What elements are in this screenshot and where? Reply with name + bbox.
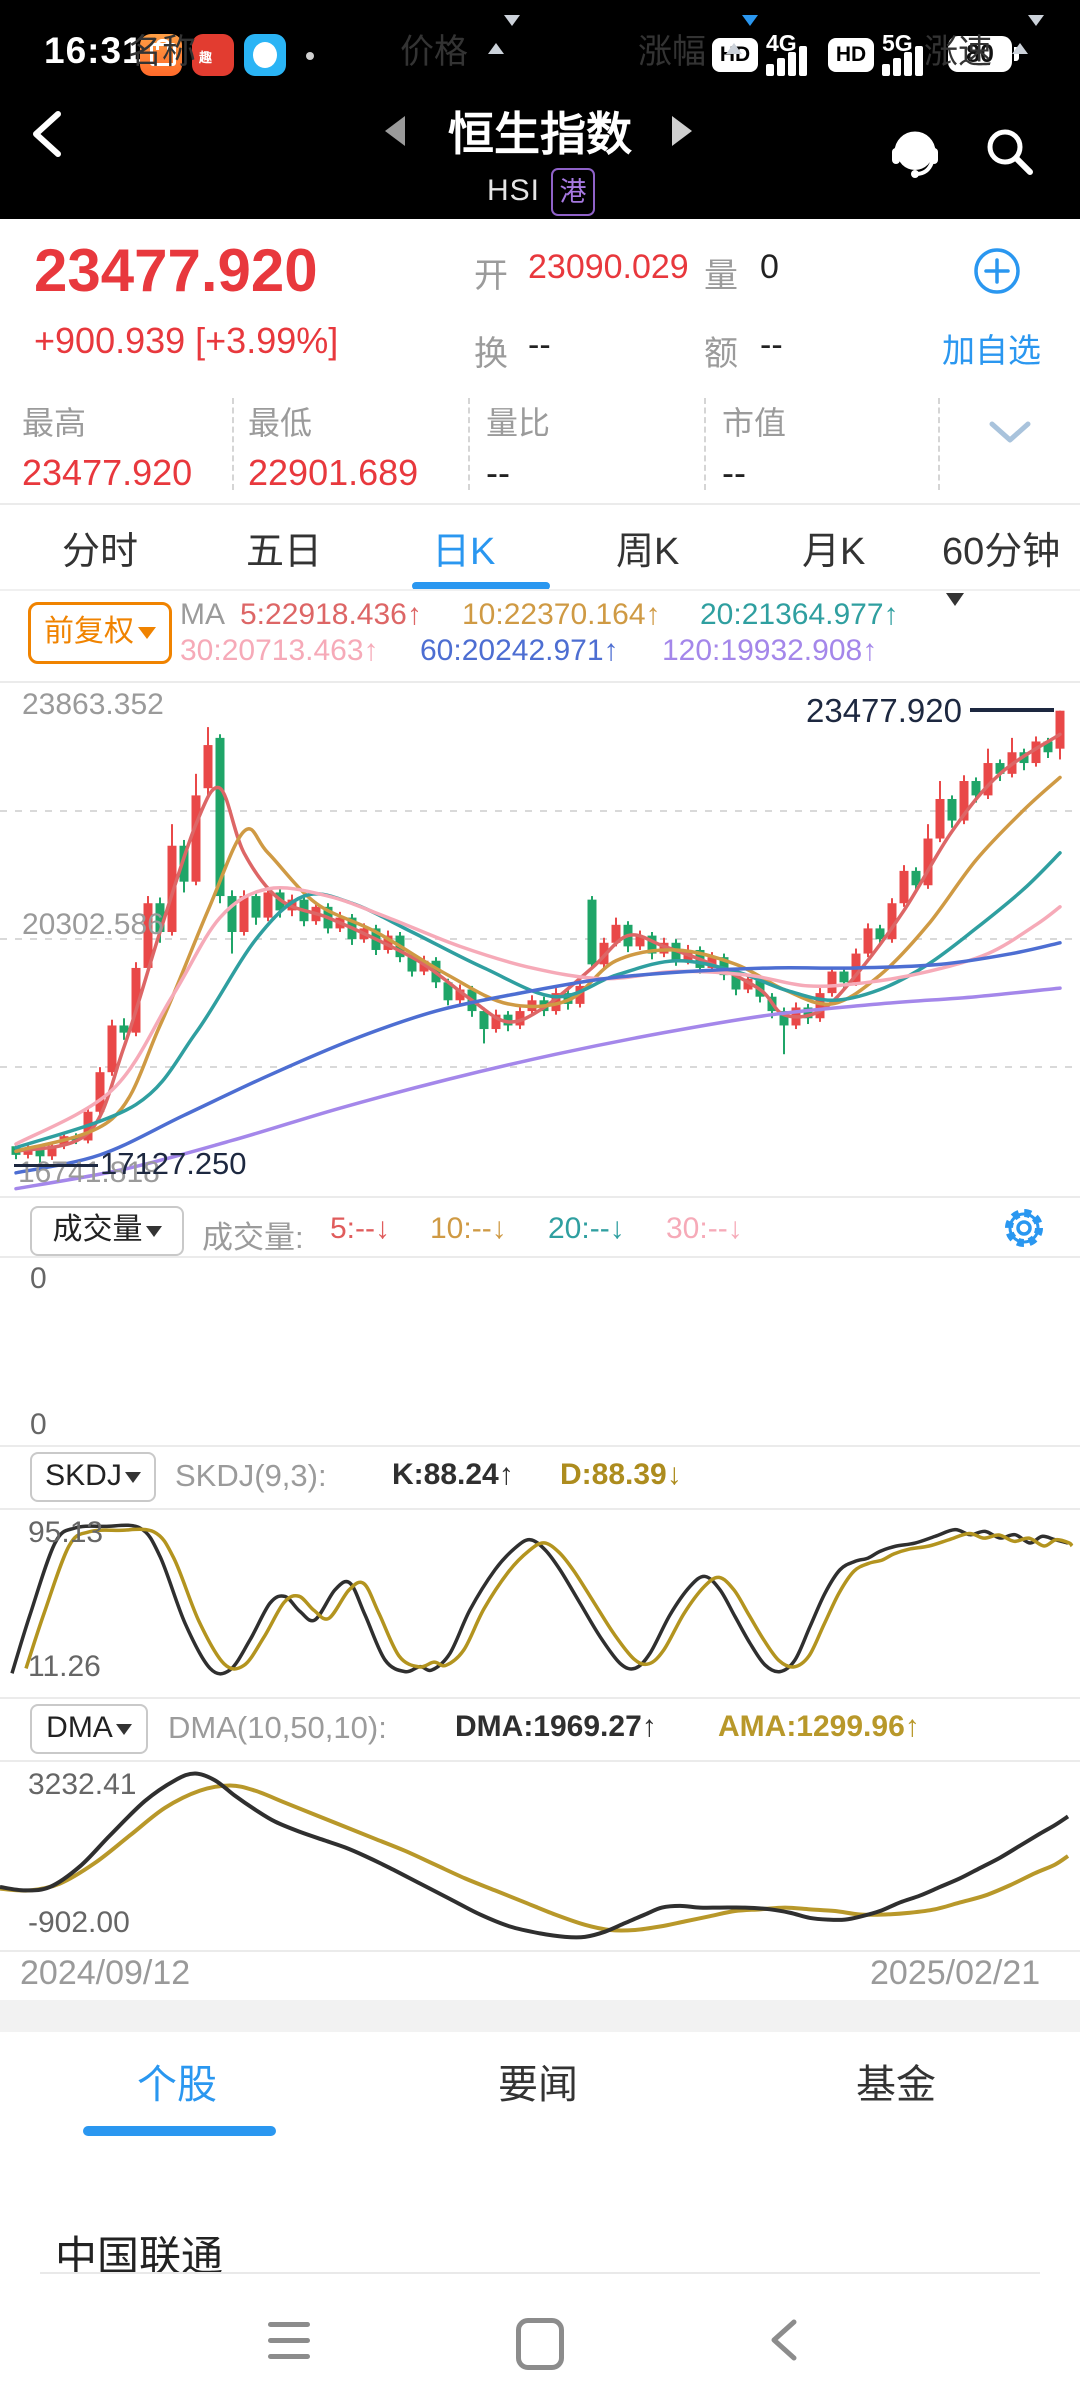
skdj-ymin-label: 11.26	[28, 1650, 101, 1684]
chevron-down-icon	[138, 627, 156, 639]
chevron-down-icon	[116, 1724, 132, 1735]
ama-value: AMA:1299.96↑	[718, 1710, 920, 1744]
hd-badge2-icon: HD	[828, 38, 874, 72]
last-price-annotation: 23477.920	[770, 692, 962, 730]
vol-ma10: 10:--↓	[430, 1212, 507, 1246]
sort-price-icon[interactable]	[488, 26, 504, 44]
section-separator	[0, 2000, 1080, 2032]
chevron-down-icon	[946, 593, 964, 606]
col-price[interactable]: 价格	[400, 24, 468, 73]
chevron-down-icon	[146, 1226, 162, 1237]
high-value: 23477.920	[22, 452, 192, 494]
stock-code: HSI	[487, 174, 540, 208]
dma-formula: DMA(10,50,10):	[168, 1710, 387, 1746]
volume-legend-prefix: 成交量:	[202, 1212, 304, 1257]
volratio-label: 量比	[486, 398, 550, 444]
table-row[interactable]: 中国联通	[55, 2232, 1015, 2272]
chevron-down-icon	[125, 1472, 141, 1483]
dma-ymax-label: 3232.41	[28, 1768, 136, 1802]
skdj-chart[interactable]	[0, 1508, 1080, 1697]
expand-stats-icon[interactable]	[986, 420, 1034, 448]
mktcap-label: 市值	[722, 398, 786, 444]
col-name[interactable]: 名称	[128, 24, 196, 73]
adjust-mode-button[interactable]: 前复权	[28, 602, 172, 664]
sort-change-speed-icon[interactable]	[1012, 26, 1028, 44]
last-annotation-line	[970, 708, 1054, 712]
vol-ma20: 20:--↓	[548, 1212, 625, 1246]
add-watchlist-button[interactable]: 加自选	[942, 324, 1041, 372]
hk-market-badge: 港	[551, 168, 595, 216]
ma20-value: 20:21364.977↑	[700, 598, 899, 632]
dma-ymin-label: -902.00	[28, 1906, 130, 1940]
dma-chart[interactable]	[0, 1760, 1080, 1950]
low-annotation: 17127.250	[100, 1146, 247, 1182]
volume-ymin-label: 0	[30, 1408, 47, 1442]
home-icon[interactable]	[516, 2318, 564, 2370]
date-end: 2025/02/21	[870, 1954, 1040, 1993]
volume-label: 量	[704, 248, 738, 297]
col-change-pct[interactable]: 涨幅	[638, 24, 706, 73]
turnover-label: 换	[474, 326, 508, 375]
high-label: 最高	[22, 398, 86, 444]
low-annotation-line	[14, 1164, 98, 1167]
next-stock-icon[interactable]	[672, 116, 692, 146]
red-app-notification-icon: 趣	[192, 34, 234, 76]
nav-back-icon[interactable]	[766, 2318, 802, 2362]
notification-dot-icon	[306, 52, 314, 60]
skdj-formula: SKDJ(9,3):	[175, 1458, 327, 1494]
volratio-value: --	[486, 452, 510, 494]
dma-indicator-button[interactable]: DMA	[30, 1704, 148, 1754]
tab-funds[interactable]: 基金	[856, 2052, 936, 2110]
tab-monthly-k[interactable]: 月K	[802, 520, 865, 575]
main-ymid-label: 20302.586	[22, 908, 164, 942]
settings-gear-icon[interactable]	[1000, 1204, 1048, 1252]
skdj-k-value: K:88.24↑	[392, 1458, 514, 1492]
signal-bars2-icon	[882, 46, 928, 76]
low-label: 最低	[248, 398, 312, 444]
signal-bars-icon	[766, 46, 812, 76]
mktcap-value: --	[722, 452, 746, 494]
volume-ymax-label: 0	[30, 1262, 47, 1296]
skdj-ymax-label: 95.13	[28, 1516, 103, 1550]
tab-stocks[interactable]: 个股	[137, 2052, 217, 2110]
recents-icon[interactable]	[268, 2322, 310, 2370]
tab-news[interactable]: 要闻	[498, 2052, 578, 2110]
amount-value: --	[760, 326, 783, 365]
open-label: 开	[474, 248, 508, 297]
ma30-value: 30:20713.463↑	[180, 634, 379, 668]
stock-code-row: HSI 港	[0, 168, 1080, 216]
amount-label: 额	[704, 326, 738, 375]
tab-60min-dropdown[interactable]: 60分钟	[942, 520, 1080, 618]
tab-minute[interactable]: 分时	[62, 520, 138, 575]
sort-change-pct-icon[interactable]	[726, 26, 742, 44]
tab-5day[interactable]: 五日	[246, 520, 322, 575]
ma60-value: 60:20242.971↑	[420, 634, 619, 668]
tab-weekly-k[interactable]: 周K	[616, 520, 679, 575]
vol-ma5: 5:--↓	[330, 1212, 390, 1246]
blue-app-notification-icon	[244, 34, 286, 76]
ma5-value: 5:22918.436↑	[240, 598, 422, 632]
skdj-d-value: D:88.39↓	[560, 1458, 682, 1492]
volume-indicator-button[interactable]: 成交量	[30, 1206, 184, 1256]
date-start: 2024/09/12	[20, 1954, 190, 1993]
ma10-value: 10:22370.164↑	[462, 598, 661, 632]
skdj-indicator-button[interactable]: SKDJ	[30, 1452, 156, 1502]
tab-daily-k[interactable]: 日K	[432, 520, 495, 575]
dma-value: DMA:1969.27↑	[455, 1710, 657, 1744]
open-value: 23090.029	[528, 248, 689, 287]
vol-ma30: 30:--↓	[666, 1212, 743, 1246]
low-value: 22901.689	[248, 452, 418, 494]
price-change: +900.939 [+3.99%]	[34, 320, 338, 362]
add-watchlist-icon[interactable]	[972, 246, 1024, 298]
ma-prefix: MA	[180, 598, 225, 632]
volume-value: 0	[760, 248, 779, 287]
main-ymax-label: 23863.352	[22, 688, 164, 722]
active-bottom-tab-underline	[83, 2126, 276, 2136]
last-price: 23477.920	[34, 236, 318, 305]
ma120-value: 120:19932.908↑	[662, 634, 877, 668]
turnover-value: --	[528, 326, 551, 365]
col-change-speed[interactable]: 涨速	[924, 24, 992, 73]
